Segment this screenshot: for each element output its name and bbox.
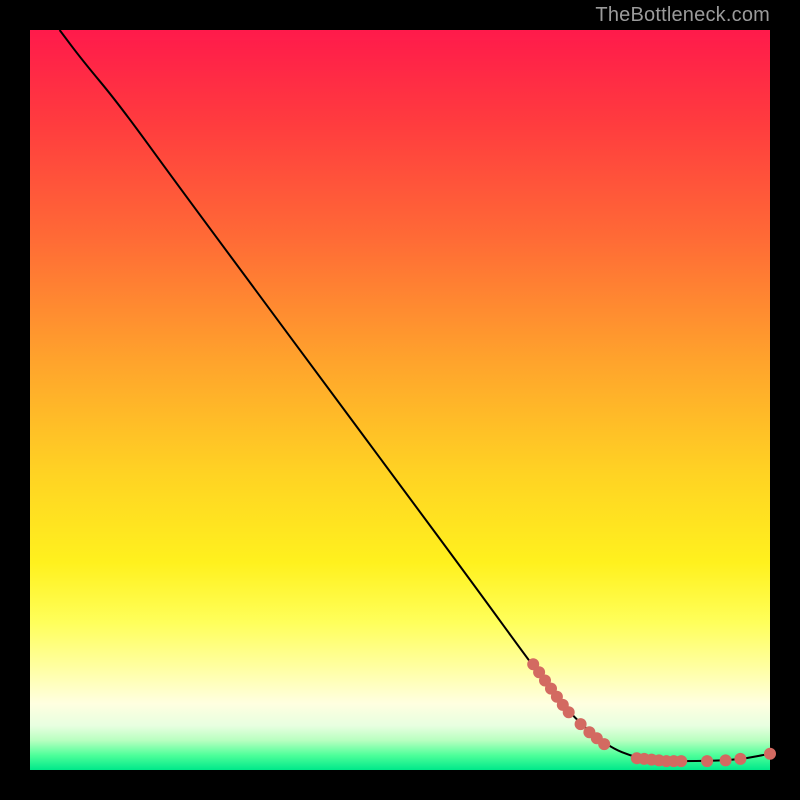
bottleneck-curve bbox=[60, 30, 770, 761]
plot-area bbox=[30, 30, 770, 770]
data-marker bbox=[734, 753, 746, 765]
data-marker bbox=[575, 718, 587, 730]
data-marker bbox=[675, 755, 687, 767]
data-marker bbox=[563, 706, 575, 718]
data-marker bbox=[701, 755, 713, 767]
chart-frame: TheBottleneck.com bbox=[0, 0, 800, 800]
data-marker bbox=[764, 748, 776, 760]
attribution-text: TheBottleneck.com bbox=[595, 4, 770, 27]
chart-svg bbox=[30, 30, 770, 770]
data-markers bbox=[527, 658, 776, 767]
data-marker bbox=[720, 754, 732, 766]
data-marker bbox=[598, 738, 610, 750]
